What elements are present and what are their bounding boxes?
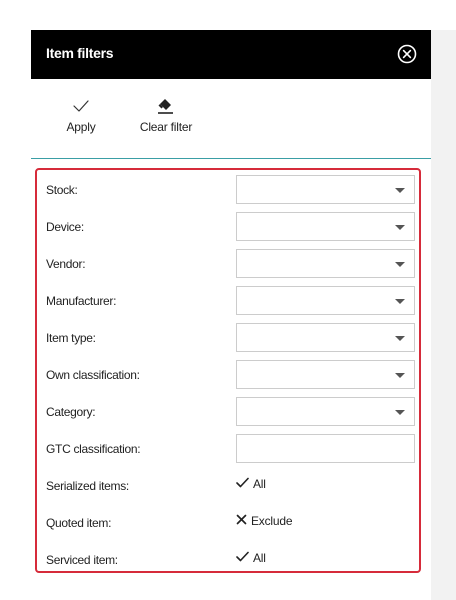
filter-row-category: Category: xyxy=(46,397,416,427)
filter-row-item-type: Item type: xyxy=(46,323,416,353)
own-classification-dropdown[interactable] xyxy=(236,360,415,389)
serviced-item-toggle[interactable]: All xyxy=(236,550,266,570)
dropdown-caret-icon xyxy=(395,299,405,304)
filter-row-serialized-items: Serialized items: All xyxy=(46,471,416,501)
dropdown-caret-icon xyxy=(395,336,405,341)
gtc-classification-label: GTC classification: xyxy=(46,442,141,456)
own-classification-label: Own classification: xyxy=(46,368,140,382)
filter-row-serviced-item: Serviced item: All xyxy=(46,545,416,575)
manufacturer-dropdown[interactable] xyxy=(236,286,415,315)
serviced-item-value: All xyxy=(253,550,266,565)
checkmark-icon xyxy=(73,100,89,112)
filter-row-vendor: Vendor: xyxy=(46,249,416,279)
filter-row-gtc-classification: GTC classification: xyxy=(46,434,416,464)
eraser-icon xyxy=(158,99,173,114)
item-type-label: Item type: xyxy=(46,331,96,345)
dropdown-caret-icon xyxy=(395,225,405,230)
background-gutter xyxy=(431,30,456,600)
dropdown-caret-icon xyxy=(395,262,405,267)
filter-row-own-classification: Own classification: xyxy=(46,360,416,390)
stock-dropdown[interactable] xyxy=(236,175,415,204)
serialized-items-label: Serialized items: xyxy=(46,479,129,493)
vendor-label: Vendor: xyxy=(46,257,86,271)
device-label: Device: xyxy=(46,220,84,234)
dropdown-caret-icon xyxy=(395,410,405,415)
toolbar-divider xyxy=(31,158,431,159)
dropdown-caret-icon xyxy=(395,373,405,378)
vendor-dropdown[interactable] xyxy=(236,249,415,278)
filter-row-quoted-item: Quoted item: Exclude xyxy=(46,508,416,538)
close-circle-icon xyxy=(397,44,417,64)
quoted-item-label: Quoted item: xyxy=(46,516,112,530)
dropdown-caret-icon xyxy=(395,188,405,193)
category-label: Category: xyxy=(46,405,96,419)
stock-label: Stock: xyxy=(46,183,78,197)
clear-filter-label: Clear filter xyxy=(139,120,193,134)
serialized-items-toggle[interactable]: All xyxy=(236,476,266,496)
serviced-item-label: Serviced item: xyxy=(46,553,118,567)
filter-row-manufacturer: Manufacturer: xyxy=(46,286,416,316)
apply-label: Apply xyxy=(66,120,96,134)
quoted-item-value: Exclude xyxy=(251,513,293,528)
filter-row-stock: Stock: xyxy=(46,175,416,205)
x-icon xyxy=(236,514,247,525)
item-filters-panel: Item filters Apply Clear filter Stock: D… xyxy=(31,30,431,600)
serialized-items-value: All xyxy=(253,476,266,491)
panel-title: Item filters xyxy=(46,45,114,61)
manufacturer-label: Manufacturer: xyxy=(46,294,117,308)
panel-header: Item filters xyxy=(31,30,431,79)
gtc-classification-input[interactable] xyxy=(236,434,415,463)
close-button[interactable] xyxy=(397,44,417,64)
checkmark-icon xyxy=(236,478,249,488)
checkmark-icon xyxy=(236,552,249,562)
clear-filter-button[interactable]: Clear filter xyxy=(136,96,196,134)
quoted-item-toggle[interactable]: Exclude xyxy=(236,513,292,533)
apply-button[interactable]: Apply xyxy=(61,96,101,134)
item-type-dropdown[interactable] xyxy=(236,323,415,352)
filter-row-device: Device: xyxy=(46,212,416,242)
device-dropdown[interactable] xyxy=(236,212,415,241)
category-dropdown[interactable] xyxy=(236,397,415,426)
